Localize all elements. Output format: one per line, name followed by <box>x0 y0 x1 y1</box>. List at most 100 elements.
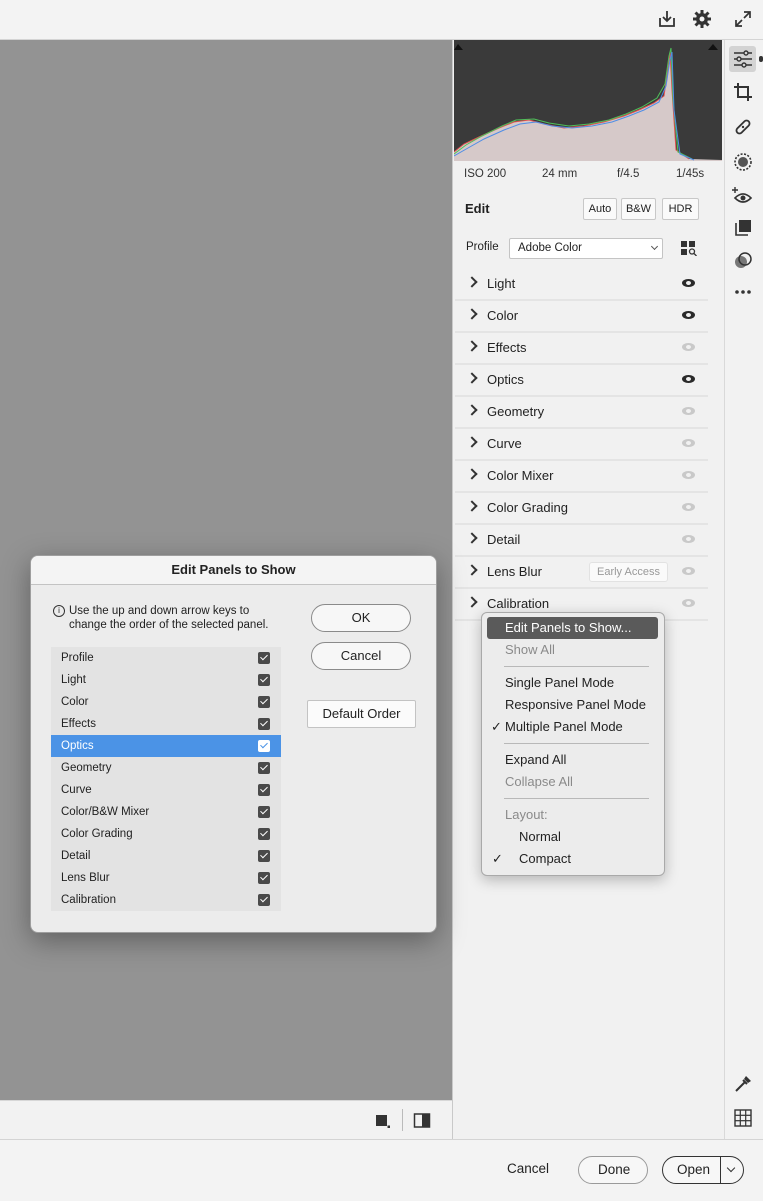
menu-item-layout-normal[interactable]: Normal <box>487 826 658 848</box>
panel-label: Geometry <box>487 404 545 419</box>
bottom-bar: Cancel Done Open <box>0 1139 763 1201</box>
list-item-selected[interactable]: Optics <box>51 735 281 757</box>
presets-icon[interactable] <box>731 216 755 240</box>
checkbox[interactable] <box>258 652 270 664</box>
checkbox[interactable] <box>258 696 270 708</box>
panel-row-color[interactable]: Color <box>455 301 708 333</box>
list-item[interactable]: Color <box>51 691 281 713</box>
panel-label: Color <box>487 308 519 323</box>
checkbox[interactable] <box>258 718 270 730</box>
panel-row-optics[interactable]: Optics <box>455 365 708 397</box>
panel-row-effects[interactable]: Effects <box>455 333 708 365</box>
panel-row-color-mixer[interactable]: Color Mixer <box>455 461 708 493</box>
masking-icon[interactable] <box>731 150 755 174</box>
panel-row-light[interactable]: Light <box>455 269 708 301</box>
healing-icon[interactable] <box>731 115 755 139</box>
list-item[interactable]: Lens Blur <box>51 867 281 889</box>
list-item[interactable]: Profile <box>51 647 281 669</box>
list-item[interactable]: Color Grading <box>51 823 281 845</box>
menu-separator <box>504 798 649 799</box>
menu-item-responsive-panel-mode[interactable]: Responsive Panel Mode <box>487 694 658 716</box>
bw-button[interactable]: B&W <box>621 198 656 220</box>
menu-item-collapse-all[interactable]: Collapse All <box>487 771 658 793</box>
menu-item-single-panel-mode[interactable]: Single Panel Mode <box>487 672 658 694</box>
list-item[interactable]: Effects <box>51 713 281 735</box>
cancel-button[interactable]: Cancel <box>507 1161 549 1176</box>
checkbox[interactable] <box>258 740 270 752</box>
checkbox[interactable] <box>258 784 270 796</box>
expand-icon[interactable] <box>733 9 753 29</box>
checkbox[interactable] <box>258 872 270 884</box>
more-icon[interactable] <box>731 280 755 304</box>
chevron-down-icon <box>650 242 659 251</box>
list-item[interactable]: Geometry <box>51 757 281 779</box>
menu-item-multiple-panel-mode[interactable]: ✓ Multiple Panel Mode <box>487 716 658 738</box>
crop-icon[interactable] <box>731 80 755 104</box>
sliders-icon[interactable] <box>731 47 755 71</box>
open-button[interactable]: Open <box>677 1162 710 1177</box>
checkmark-icon: ✓ <box>491 719 502 734</box>
profile-browser-icon[interactable] <box>681 241 697 256</box>
eye-icon[interactable] <box>682 439 695 447</box>
save-icon[interactable] <box>657 9 677 29</box>
list-item[interactable]: Detail <box>51 845 281 867</box>
auto-button[interactable]: Auto <box>583 198 617 220</box>
checkbox[interactable] <box>258 850 270 862</box>
panel-row-lens-blur[interactable]: Lens Blur Early Access <box>455 557 708 589</box>
active-indicator <box>759 56 763 62</box>
panel-options-menu: Edit Panels to Show... Show All Single P… <box>481 612 665 876</box>
eyedropper-icon[interactable] <box>731 1072 755 1096</box>
eye-icon[interactable] <box>682 407 695 415</box>
snapshots-icon[interactable] <box>731 249 755 273</box>
checkbox[interactable] <box>258 894 270 906</box>
gear-icon[interactable] <box>692 9 712 29</box>
panel-row-geometry[interactable]: Geometry <box>455 397 708 429</box>
eye-icon[interactable] <box>682 599 695 607</box>
menu-item-edit-panels[interactable]: Edit Panels to Show... <box>487 617 658 639</box>
panel-label: Lens Blur <box>487 564 542 579</box>
checkbox[interactable] <box>258 674 270 686</box>
panel-row-curve[interactable]: Curve <box>455 429 708 461</box>
default-order-button[interactable]: Default Order <box>307 700 416 728</box>
hdr-button[interactable]: HDR <box>662 198 699 220</box>
profile-label: Profile <box>466 241 499 253</box>
eye-icon[interactable] <box>682 279 695 287</box>
chevron-right-icon <box>466 340 478 352</box>
view-mode-icon[interactable] <box>375 1113 391 1129</box>
grid-icon[interactable] <box>731 1106 755 1130</box>
list-item[interactable]: Color/B&W Mixer <box>51 801 281 823</box>
ok-button[interactable]: OK <box>311 604 411 632</box>
menu-section-layout: Layout: <box>505 807 548 822</box>
aperture-value: f/4.5 <box>617 168 640 180</box>
profile-select[interactable]: Adobe Color <box>509 238 663 259</box>
menu-item-show-all[interactable]: Show All <box>487 639 658 661</box>
compare-icon[interactable] <box>413 1112 431 1130</box>
panel-row-color-grading[interactable]: Color Grading <box>455 493 708 525</box>
checkbox[interactable] <box>258 806 270 818</box>
eye-icon[interactable] <box>682 471 695 479</box>
list-item[interactable]: Calibration <box>51 889 281 911</box>
eye-icon[interactable] <box>682 535 695 543</box>
cancel-button[interactable]: Cancel <box>311 642 411 670</box>
list-item[interactable]: Curve <box>51 779 281 801</box>
dialog-title: Edit Panels to Show <box>31 556 436 585</box>
eye-icon[interactable] <box>682 503 695 511</box>
list-item[interactable]: Light <box>51 669 281 691</box>
camera-info: ISO 200 24 mm f/4.5 1/45s <box>454 163 722 187</box>
menu-item-layout-compact[interactable]: ✓ Compact <box>487 848 658 870</box>
panel-row-detail[interactable]: Detail <box>455 525 708 557</box>
shutter-value: 1/45s <box>676 168 705 180</box>
info-icon: i <box>53 605 65 617</box>
menu-item-expand-all[interactable]: Expand All <box>487 749 658 771</box>
checkbox[interactable] <box>258 828 270 840</box>
done-label: Done <box>598 1162 631 1177</box>
chevron-right-icon <box>466 564 478 576</box>
done-button[interactable]: Done <box>578 1156 648 1184</box>
checkbox[interactable] <box>258 762 270 774</box>
red-eye-icon[interactable] <box>731 184 755 208</box>
eye-icon[interactable] <box>682 375 695 383</box>
chevron-down-icon[interactable] <box>726 1163 736 1173</box>
eye-icon[interactable] <box>682 311 695 319</box>
eye-icon[interactable] <box>682 567 695 575</box>
eye-icon[interactable] <box>682 343 695 351</box>
